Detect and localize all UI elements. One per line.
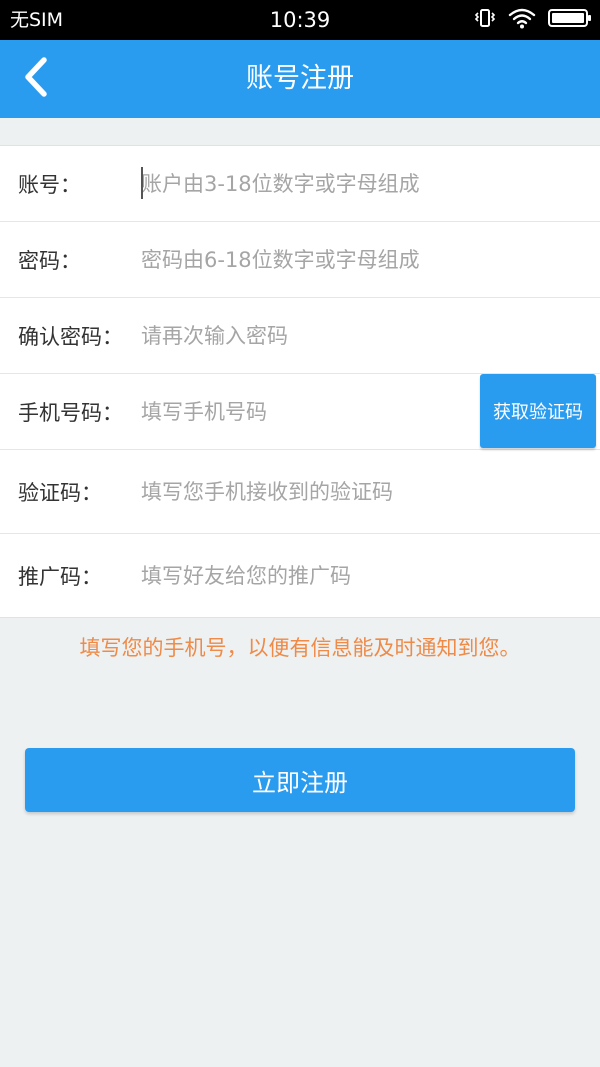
battery-icon (548, 8, 592, 32)
status-icons (474, 8, 592, 32)
password-label: 密码： (18, 248, 81, 273)
app-bar: 账号注册 (0, 40, 600, 118)
register-button[interactable]: 立即注册 (25, 748, 575, 812)
registration-form: 账号： 密码： 确认密码： 手机号码： 获取验证码 验证码： 推广码： (0, 145, 600, 618)
get-verification-code-button[interactable]: 获取验证码 (480, 374, 596, 448)
confirm-password-input[interactable] (141, 298, 581, 373)
phone-row: 手机号码： 获取验证码 (0, 374, 600, 450)
vibrate-icon (474, 7, 496, 33)
phone-input[interactable] (141, 374, 471, 449)
verification-code-input[interactable] (141, 450, 581, 533)
back-button[interactable] (14, 54, 58, 104)
status-bar: 无SIM 10:39 (0, 0, 600, 40)
password-row: 密码： (0, 222, 600, 298)
phone-label: 手机号码： (18, 400, 123, 425)
confirm-password-row: 确认密码： (0, 298, 600, 374)
wifi-icon (508, 7, 536, 33)
account-input[interactable] (141, 146, 581, 221)
account-label: 账号： (18, 172, 81, 197)
verification-code-label: 验证码： (18, 480, 102, 505)
referral-code-label: 推广码： (18, 564, 102, 589)
referral-code-row: 推广码： (0, 534, 600, 617)
confirm-password-label: 确认密码： (18, 324, 123, 349)
referral-code-input[interactable] (141, 534, 581, 617)
verification-code-row: 验证码： (0, 450, 600, 534)
password-input[interactable] (141, 222, 581, 297)
text-cursor (141, 167, 143, 199)
account-row: 账号： (0, 146, 600, 222)
phone-tip: 填写您的手机号，以便有信息能及时通知到您。 (79, 636, 521, 660)
page-title: 账号注册 (246, 63, 354, 94)
chevron-left-icon (22, 57, 50, 101)
